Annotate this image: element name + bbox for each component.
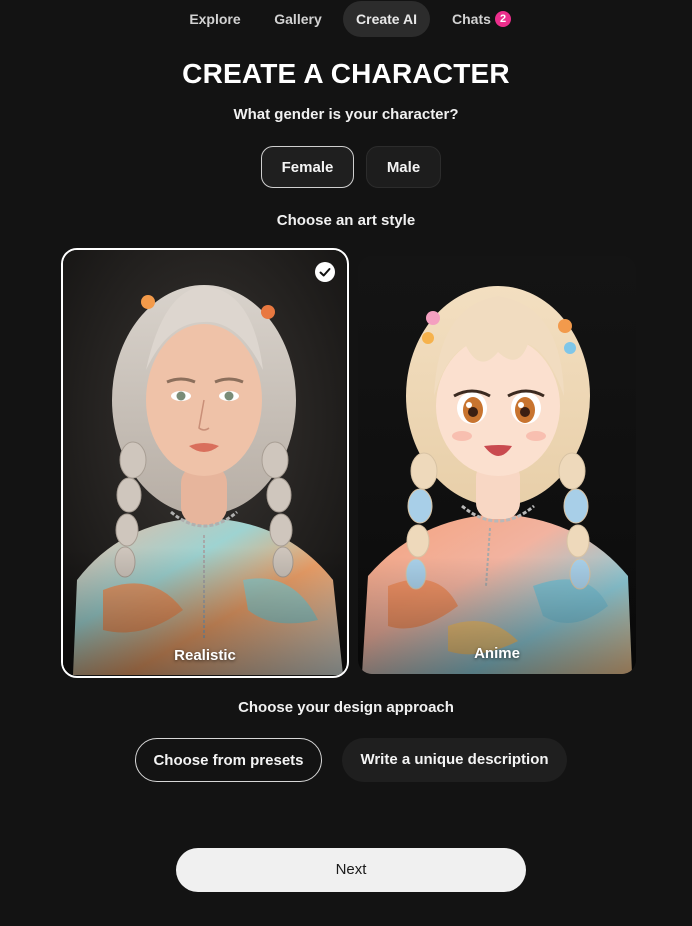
- nav-chats[interactable]: Chats 2: [440, 1, 520, 37]
- next-button[interactable]: Next: [176, 848, 526, 892]
- nav-gallery[interactable]: Gallery: [262, 1, 334, 37]
- art-style-question: Choose an art style: [276, 212, 416, 229]
- create-character-page: Explore Gallery Create AI Chats 2 CREATE…: [0, 0, 692, 926]
- top-nav: Explore Gallery Create AI Chats 2: [0, 1, 692, 37]
- realistic-portrait-image: [63, 250, 346, 675]
- write-description-button[interactable]: Write a unique description: [342, 738, 567, 782]
- design-approach-question: Choose your design approach: [238, 699, 454, 716]
- nav-create-ai[interactable]: Create AI: [343, 1, 430, 37]
- art-style-anime-label: Anime: [474, 645, 520, 662]
- nav-chats-label: Chats: [452, 11, 491, 27]
- chats-count-badge: 2: [495, 11, 511, 27]
- anime-portrait-image: [358, 256, 636, 674]
- choose-presets-button[interactable]: Choose from presets: [135, 738, 322, 782]
- art-style-realistic-label: Realistic: [174, 647, 236, 664]
- gender-question: What gender is your character?: [233, 106, 459, 123]
- page-title: CREATE A CHARACTER: [182, 58, 510, 89]
- art-style-anime-card[interactable]: Anime: [358, 256, 636, 674]
- nav-explore[interactable]: Explore: [179, 1, 251, 37]
- art-style-realistic-card[interactable]: Realistic: [61, 248, 349, 678]
- gender-male-button[interactable]: Male: [366, 146, 441, 188]
- selected-check-icon: [315, 262, 335, 282]
- gender-female-button[interactable]: Female: [261, 146, 354, 188]
